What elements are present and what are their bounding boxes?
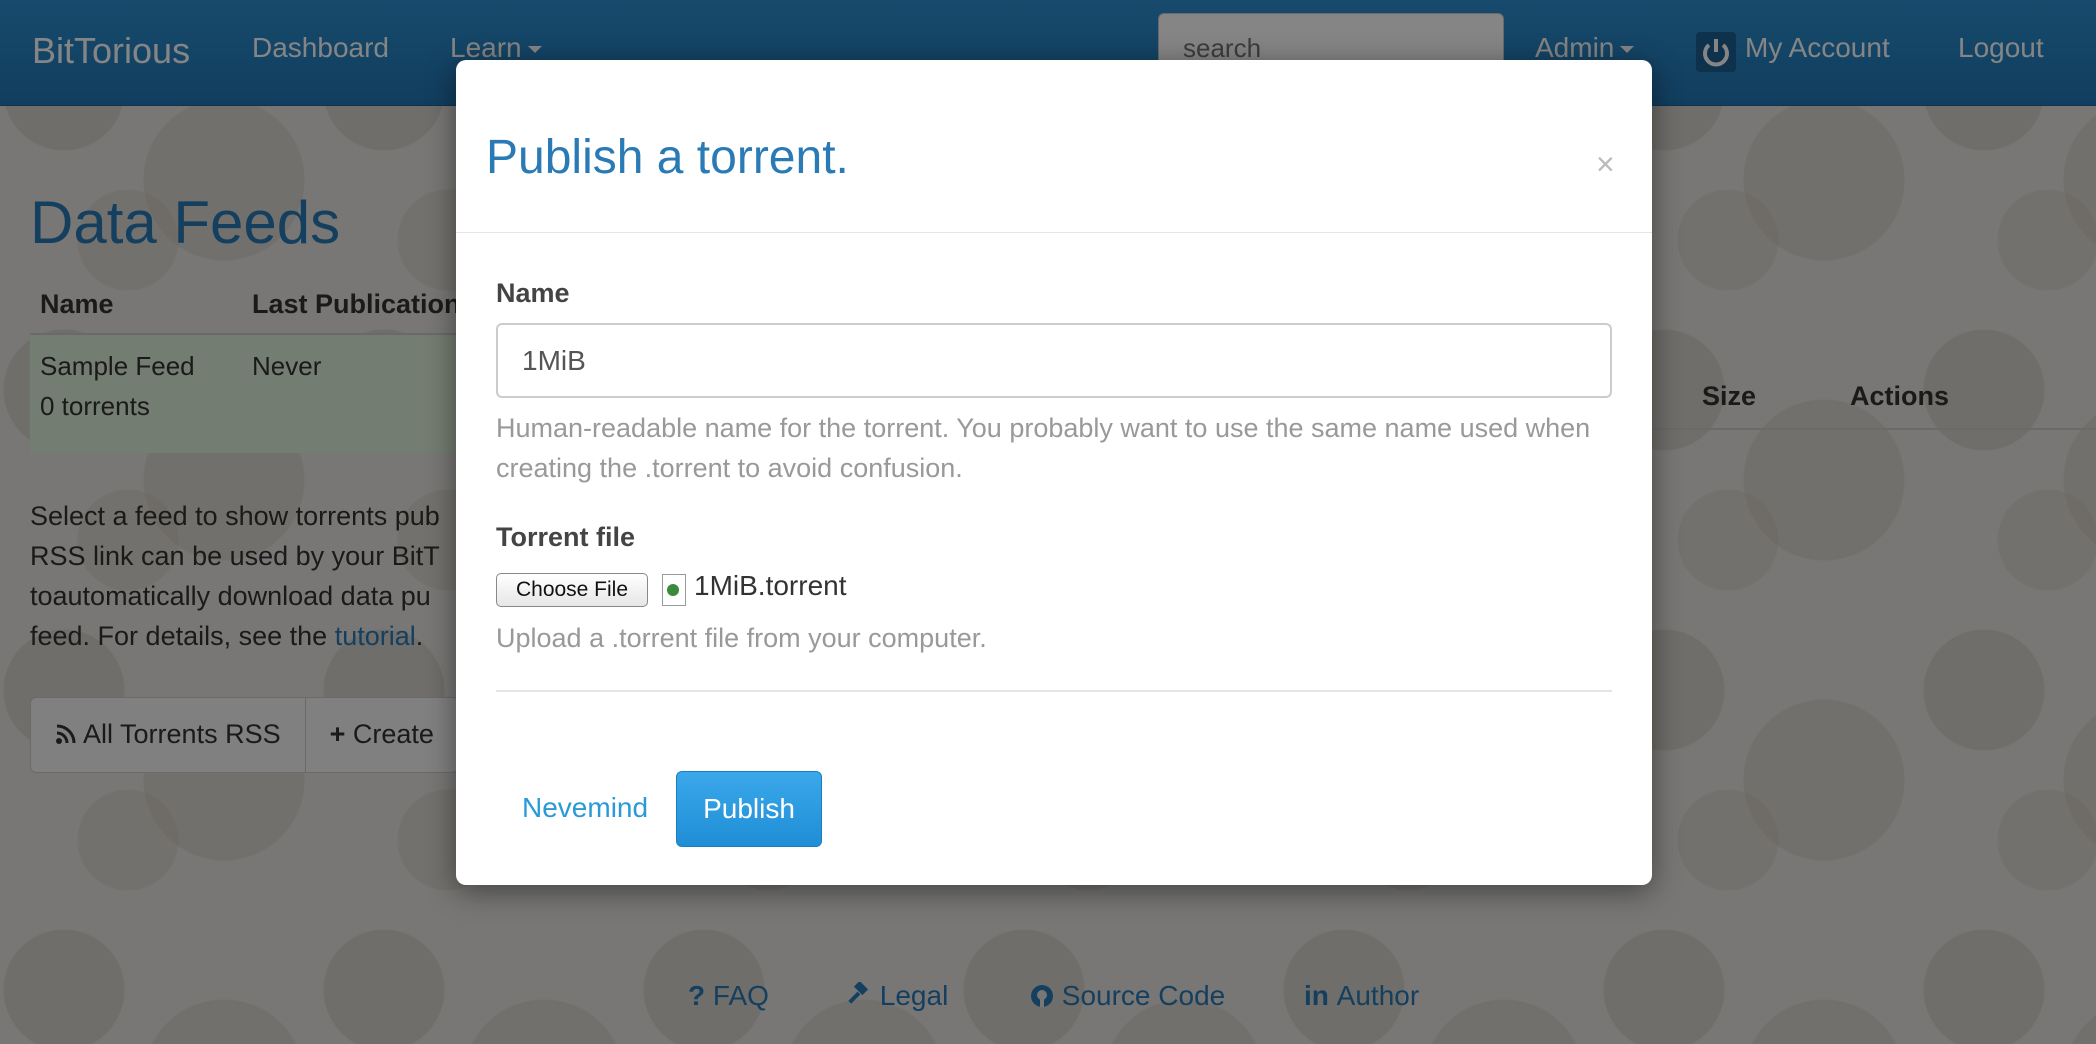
choose-file-button[interactable]: Choose File — [496, 573, 648, 607]
form-divider — [496, 690, 1612, 692]
modal-header: Publish a torrent. × — [456, 60, 1652, 233]
publish-torrent-modal: Publish a torrent. × Name Human-readable… — [456, 60, 1652, 885]
torrent-name-field[interactable] — [496, 323, 1612, 398]
torrent-file-label: Torrent file — [496, 522, 636, 552]
name-help-text: Human-readable name for the torrent. You… — [496, 413, 1591, 483]
torrent-file-icon — [662, 574, 686, 606]
modal-title: Publish a torrent. — [486, 131, 849, 184]
nevermind-button[interactable]: Nevemind — [522, 792, 648, 824]
selected-file-name: 1MiB.torrent — [694, 570, 847, 601]
name-label: Name — [496, 278, 570, 308]
publish-button[interactable]: Publish — [676, 771, 822, 847]
close-icon[interactable]: × — [1596, 146, 1615, 183]
file-help-text: Upload a .torrent file from your compute… — [496, 623, 987, 653]
